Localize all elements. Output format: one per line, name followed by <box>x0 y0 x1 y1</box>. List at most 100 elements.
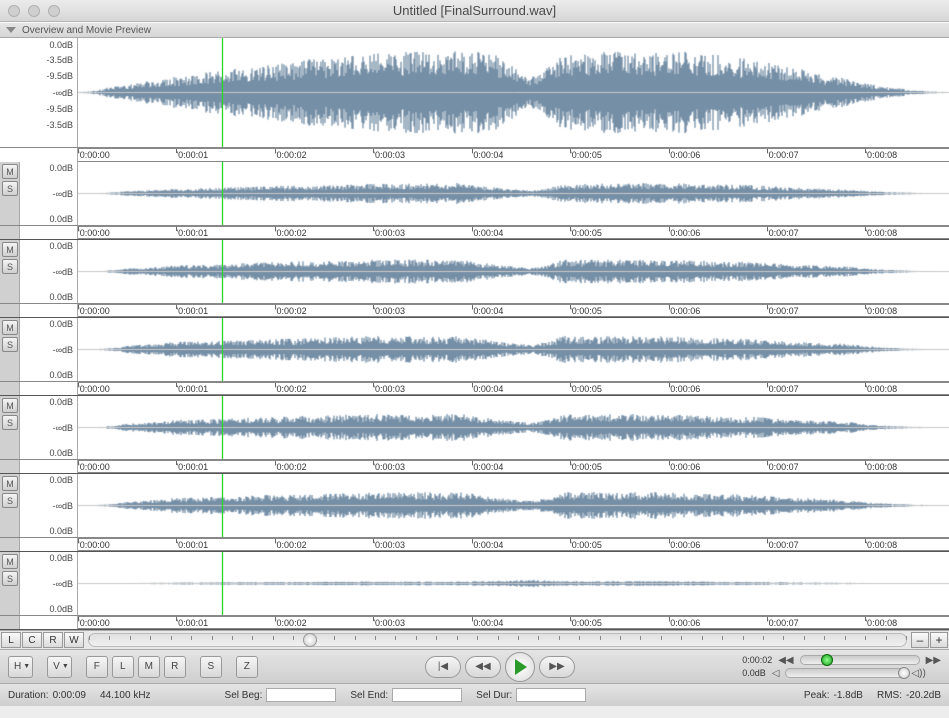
track-waveform-canvas <box>78 162 949 225</box>
duration-label: Duration: <box>8 690 49 701</box>
track-row: MS0.0dB-∞dB0.0dB <box>0 318 949 382</box>
solo-button[interactable]: S <box>2 181 18 196</box>
mute-button[interactable]: M <box>2 398 18 413</box>
track-db-scale: 0.0dB-∞dB0.0dB <box>20 474 78 537</box>
track-row: MS0.0dB-∞dB0.0dB <box>0 162 949 226</box>
v-menu-button[interactable]: V▼ <box>47 656 72 678</box>
overview-header-label: Overview and Movie Preview <box>22 25 151 36</box>
track-waveform[interactable] <box>78 318 949 381</box>
solo-button[interactable]: S <box>2 493 18 508</box>
mute-button[interactable]: M <box>2 476 18 491</box>
overview-ruler-row: '0:00:00'0:00:01'0:00:02'0:00:03'0:00:04… <box>0 148 949 162</box>
track-db-scale: 0.0dB-∞dB0.0dB <box>20 552 78 615</box>
view-r-button[interactable]: R <box>43 632 63 648</box>
zoom-out-button[interactable]: – <box>911 632 929 648</box>
editor-area: 0.0dB -3.5dB -9.5dB -∞dB -9.5dB -3.5dB '… <box>0 38 949 706</box>
l-button[interactable]: L <box>112 656 134 678</box>
scroll-thumb[interactable] <box>303 633 317 647</box>
selend-label: Sel End: <box>350 690 388 701</box>
overview-header[interactable]: Overview and Movie Preview <box>0 22 949 38</box>
duration-value: 0:00:09 <box>53 690 86 701</box>
scrub-knob[interactable] <box>821 654 833 666</box>
track-ruler-row: '0:00:00'0:00:01'0:00:02'0:00:03'0:00:04… <box>0 460 949 474</box>
zoom-in-button[interactable]: + <box>930 632 948 648</box>
f-button[interactable]: F <box>86 656 108 678</box>
s-button[interactable]: S <box>200 656 222 678</box>
selbeg-label: Sel Beg: <box>225 690 263 701</box>
overview-waveform-row: 0.0dB -3.5dB -9.5dB -∞dB -9.5dB -3.5dB <box>0 38 949 148</box>
h-menu-button[interactable]: H▼ <box>8 656 33 678</box>
overview-db-scale: 0.0dB -3.5dB -9.5dB -∞dB -9.5dB -3.5dB <box>0 38 78 147</box>
track-ms-col: MS <box>0 474 20 537</box>
view-l-button[interactable]: L <box>1 632 21 648</box>
track-db-scale: 0.0dB-∞dB0.0dB <box>20 162 78 225</box>
overview-time-ruler[interactable]: '0:00:00'0:00:01'0:00:02'0:00:03'0:00:04… <box>78 148 949 162</box>
track-time-ruler[interactable]: '0:00:00'0:00:01'0:00:02'0:00:03'0:00:04… <box>78 538 949 551</box>
track-ms-col: MS <box>0 240 20 303</box>
fast-forward-button[interactable]: ▶▶ <box>539 656 575 678</box>
tracks-container: MS0.0dB-∞dB0.0dB'0:00:00'0:00:01'0:00:02… <box>0 162 949 630</box>
mute-button[interactable]: M <box>2 554 18 569</box>
mute-button[interactable]: M <box>2 164 18 179</box>
track-db-scale: 0.0dB-∞dB0.0dB <box>20 240 78 303</box>
track-time-ruler[interactable]: '0:00:00'0:00:01'0:00:02'0:00:03'0:00:04… <box>78 304 949 317</box>
scrub-slider[interactable] <box>800 655 920 665</box>
time-readout: 0:00:02 <box>742 655 772 665</box>
track-waveform-canvas <box>78 396 949 459</box>
track-waveform[interactable] <box>78 240 949 303</box>
view-scroll-row: L C R W – + <box>0 630 949 650</box>
track-ruler-row: '0:00:00'0:00:01'0:00:02'0:00:03'0:00:04… <box>0 616 949 630</box>
titlebar: Untitled [FinalSurround.wav] <box>0 0 949 22</box>
volume-slider[interactable] <box>785 668 905 678</box>
seldur-label: Sel Dur: <box>476 690 512 701</box>
track-row: MS0.0dB-∞dB0.0dB <box>0 474 949 538</box>
track-ruler-row: '0:00:00'0:00:01'0:00:02'0:00:03'0:00:04… <box>0 304 949 318</box>
rms-value: -20.2dB <box>906 690 941 701</box>
track-db-scale: 0.0dB-∞dB0.0dB <box>20 318 78 381</box>
status-bar: Duration: 0:00:09 44.100 kHz Sel Beg: Se… <box>0 684 949 706</box>
track-time-ruler[interactable]: '0:00:00'0:00:01'0:00:02'0:00:03'0:00:04… <box>78 616 949 629</box>
overview-waveform-canvas <box>78 38 949 147</box>
track-waveform-canvas <box>78 318 949 381</box>
track-waveform[interactable] <box>78 552 949 615</box>
play-icon <box>515 659 527 675</box>
track-ruler-row: '0:00:00'0:00:01'0:00:02'0:00:03'0:00:04… <box>0 382 949 396</box>
transport-sliders: 0:00:02 ◀◀ ▶▶ 0.0dB ◁ ◁)) <box>742 655 941 679</box>
to-start-button[interactable]: |◀ <box>425 656 461 678</box>
track-waveform[interactable] <box>78 396 949 459</box>
track-time-ruler[interactable]: '0:00:00'0:00:01'0:00:02'0:00:03'0:00:04… <box>78 226 949 239</box>
volume-knob[interactable] <box>898 667 910 679</box>
seldur-input[interactable] <box>516 688 586 702</box>
overview-waveform[interactable] <box>78 38 949 147</box>
mute-button[interactable]: M <box>2 242 18 257</box>
skip-fwd-icon[interactable]: ▶▶ <box>926 655 941 666</box>
solo-button[interactable]: S <box>2 571 18 586</box>
horizontal-scrollbar[interactable] <box>88 633 907 647</box>
track-waveform[interactable] <box>78 162 949 225</box>
selend-input[interactable] <box>392 688 462 702</box>
selbeg-input[interactable] <box>266 688 336 702</box>
solo-button[interactable]: S <box>2 337 18 352</box>
play-button[interactable] <box>505 652 535 682</box>
scroll-ticks <box>89 634 906 646</box>
view-w-button[interactable]: W <box>64 632 84 648</box>
rewind-button[interactable]: ◀◀ <box>465 656 501 678</box>
solo-button[interactable]: S <box>2 259 18 274</box>
view-c-button[interactable]: C <box>22 632 42 648</box>
volume-readout: 0.0dB <box>742 668 766 678</box>
track-waveform-canvas <box>78 552 949 615</box>
track-ms-col: MS <box>0 396 20 459</box>
track-row: MS0.0dB-∞dB0.0dB <box>0 552 949 616</box>
track-time-ruler[interactable]: '0:00:00'0:00:01'0:00:02'0:00:03'0:00:04… <box>78 460 949 473</box>
solo-button[interactable]: S <box>2 415 18 430</box>
transport-bar: H▼ V▼ F L M R S Z |◀ ◀◀ ▶▶ 0:00:02 ◀◀ ▶▶ <box>0 650 949 684</box>
z-button[interactable]: Z <box>236 656 258 678</box>
mute-button[interactable]: M <box>2 320 18 335</box>
skip-back-icon[interactable]: ◀◀ <box>778 655 793 666</box>
rms-label: RMS: <box>877 690 902 701</box>
track-time-ruler[interactable]: '0:00:00'0:00:01'0:00:02'0:00:03'0:00:04… <box>78 382 949 395</box>
m-button[interactable]: M <box>138 656 160 678</box>
disclosure-triangle-icon[interactable] <box>6 27 16 33</box>
r-button[interactable]: R <box>164 656 186 678</box>
track-waveform[interactable] <box>78 474 949 537</box>
